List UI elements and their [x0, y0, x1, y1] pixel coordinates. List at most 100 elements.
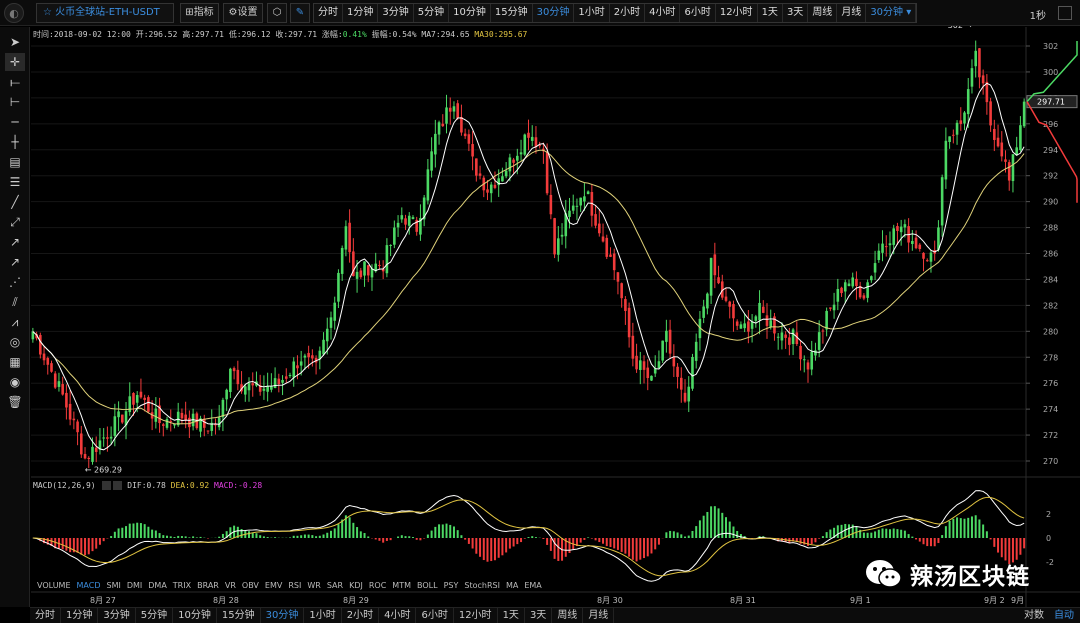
candle-body [870, 276, 873, 281]
indicator-tab-dma[interactable]: DMA [148, 581, 167, 590]
bottom-interval-5[interactable]: 15分钟 [217, 608, 261, 623]
settings-button[interactable]: ⚙设置 [223, 3, 263, 23]
interval-tab-13[interactable]: 3天 [783, 4, 809, 22]
interval-select[interactable]: 30分钟 ▾ [866, 4, 917, 22]
interval-tab-6[interactable]: 30分钟 [533, 4, 575, 22]
interval-tab-7[interactable]: 1小时 [574, 4, 610, 22]
bottom-interval-8[interactable]: 2小时 [342, 608, 380, 623]
fib-fan-icon[interactable]: ⋰ [5, 273, 25, 291]
interval-tab-12[interactable]: 1天 [758, 4, 783, 22]
indicator-tab-kdj[interactable]: KDJ [349, 581, 363, 590]
indicators-button[interactable]: ⊞指标 [180, 3, 219, 23]
indicator-tab-vr[interactable]: VR [225, 581, 236, 590]
indicator-tab-roc[interactable]: ROC [369, 581, 386, 590]
bottom-interval-15[interactable]: 月线 [583, 608, 615, 623]
candle-body [337, 272, 340, 302]
indicator-tab-obv[interactable]: OBV [242, 581, 259, 590]
bottom-interval-3[interactable]: 5分钟 [136, 608, 174, 623]
candle-body [929, 252, 933, 262]
interval-tab-4[interactable]: 10分钟 [449, 4, 491, 22]
indicator-tab-volume[interactable]: VOLUME [37, 581, 71, 590]
interval-tab-10[interactable]: 6小时 [680, 4, 716, 22]
bottom-interval-7[interactable]: 1小时 [304, 608, 342, 623]
indicator-tab-trix[interactable]: TRIX [173, 581, 191, 590]
indicator-tab-dmi[interactable]: DMI [127, 581, 142, 590]
indicator-tab-macd[interactable]: MACD [77, 581, 101, 590]
logo-icon[interactable]: ◐ [4, 3, 24, 23]
bottom-interval-13[interactable]: 3天 [525, 608, 553, 623]
horizontal-ray-icon[interactable]: ⊢ [5, 93, 25, 111]
auto-scale-button[interactable]: 自动 [1054, 610, 1074, 621]
indicator-tab-smi[interactable]: SMI [106, 581, 120, 590]
interval-tab-2[interactable]: 3分钟 [378, 4, 414, 22]
indicator-tab-boll[interactable]: BOLL [417, 581, 438, 590]
indicator-tab-wr[interactable]: WR [307, 581, 320, 590]
log-scale-button[interactable]: 对数 [1024, 610, 1044, 621]
trash-icon[interactable]: 🗑 [5, 393, 25, 411]
chart-canvas[interactable]: 270 272 274 276 278 280 282 284 286 288 290 292 294 2… [0, 0, 1080, 623]
indicator-tab-emv[interactable]: EMV [265, 581, 282, 590]
symbol-selector[interactable]: ☆ 火币全球站-ETH-USDT [36, 3, 174, 23]
candle-body [862, 295, 866, 299]
indicator-tab-mtm[interactable]: MTM [392, 581, 411, 590]
bottom-interval-6[interactable]: 30分钟 [261, 608, 305, 623]
ray-icon[interactable]: ╱ [5, 193, 25, 211]
candle-body [706, 293, 709, 309]
horizontal-line-icon[interactable]: ─ [5, 113, 25, 131]
indicator-tab-stochrsi[interactable]: StochRSI [464, 581, 500, 590]
candle-body [557, 238, 560, 255]
macd-settings-icon[interactable] [102, 481, 112, 490]
gann-fan-icon[interactable]: ⩘ [5, 313, 25, 331]
star-icon[interactable]: ☆ [43, 7, 55, 18]
bottom-interval-2[interactable]: 3分钟 [98, 608, 136, 623]
screenshot-button[interactable]: ⬡ [267, 3, 287, 23]
bottom-interval-4[interactable]: 10分钟 [173, 608, 217, 623]
fib-spiral-icon[interactable]: ◎ [5, 333, 25, 351]
bottom-interval-14[interactable]: 周线 [552, 608, 584, 623]
candle-body [646, 367, 650, 379]
price-channel-icon[interactable]: ▤ [5, 153, 25, 171]
interval-tab-0[interactable]: 分时 [314, 4, 343, 22]
indicator-tab-ema[interactable]: EMA [524, 581, 541, 590]
macd-close-icon[interactable] [113, 481, 123, 490]
candle-body [530, 136, 534, 141]
bottom-interval-12[interactable]: 1天 [498, 608, 525, 623]
indicator-tab-ma[interactable]: MA [506, 581, 518, 590]
draw-toggle-button[interactable]: ✎ [290, 3, 310, 23]
fullscreen-icon[interactable] [1058, 6, 1072, 20]
indicator-tab-sar[interactable]: SAR [327, 581, 343, 590]
interval-tab-5[interactable]: 15分钟 [491, 4, 533, 22]
interval-tab-9[interactable]: 4小时 [645, 4, 681, 22]
interval-tab-1[interactable]: 1分钟 [343, 4, 379, 22]
candle-body [683, 392, 687, 402]
interval-tab-11[interactable]: 12小时 [716, 4, 758, 22]
interval-tab-15[interactable]: 月线 [837, 4, 867, 22]
refresh-rate[interactable]: 1秒 [1030, 7, 1046, 22]
bottom-interval-9[interactable]: 4小时 [379, 608, 417, 623]
interval-tab-3[interactable]: 5分钟 [414, 4, 450, 22]
bottom-interval-11[interactable]: 12小时 [454, 608, 498, 623]
pitchfork-icon[interactable]: ⫽ [5, 293, 25, 311]
crosshair-icon[interactable]: ✛ [5, 53, 25, 71]
interval-tab-14[interactable]: 周线 [808, 4, 838, 22]
candle-body [311, 355, 314, 359]
extended-line-icon[interactable]: ⤢ [5, 213, 25, 231]
indicator-tabs: VOLUME MACD SMI DMI DMA TRIX BRAR VR OBV EMV RSI WR… [37, 581, 548, 590]
cursor-icon[interactable]: ➤ [5, 33, 25, 51]
indicator-tab-rsi[interactable]: RSI [288, 581, 301, 590]
drawing-toolbar: ➤ ✛ ⟝ ⊢ ─ ┼ ▤ ☰ ╱ ⤢ ↗ ↗ ⋰ ⫽ ⩘ ◎ ▦ ◉ 🗑 [0, 27, 30, 607]
trend-line-icon[interactable]: ⟝ [5, 73, 25, 91]
fib-retracement-icon[interactable]: ↗ [5, 253, 25, 271]
bottom-interval-0[interactable]: 分时 [30, 608, 61, 623]
eye-icon[interactable]: ◉ [5, 373, 25, 391]
indicator-tab-brar[interactable]: BRAR [197, 581, 219, 590]
parallel-channel-icon[interactable]: ☰ [5, 173, 25, 191]
indicator-tab-psy[interactable]: PSY [444, 581, 459, 590]
price-tick-label: 286 [1043, 250, 1058, 259]
measure-icon[interactable]: ▦ [5, 353, 25, 371]
vertical-line-icon[interactable]: ┼ [5, 133, 25, 151]
bottom-interval-1[interactable]: 1分钟 [61, 608, 99, 623]
bottom-interval-10[interactable]: 6小时 [416, 608, 454, 623]
interval-tab-8[interactable]: 2小时 [610, 4, 646, 22]
arrow-icon[interactable]: ↗ [5, 233, 25, 251]
